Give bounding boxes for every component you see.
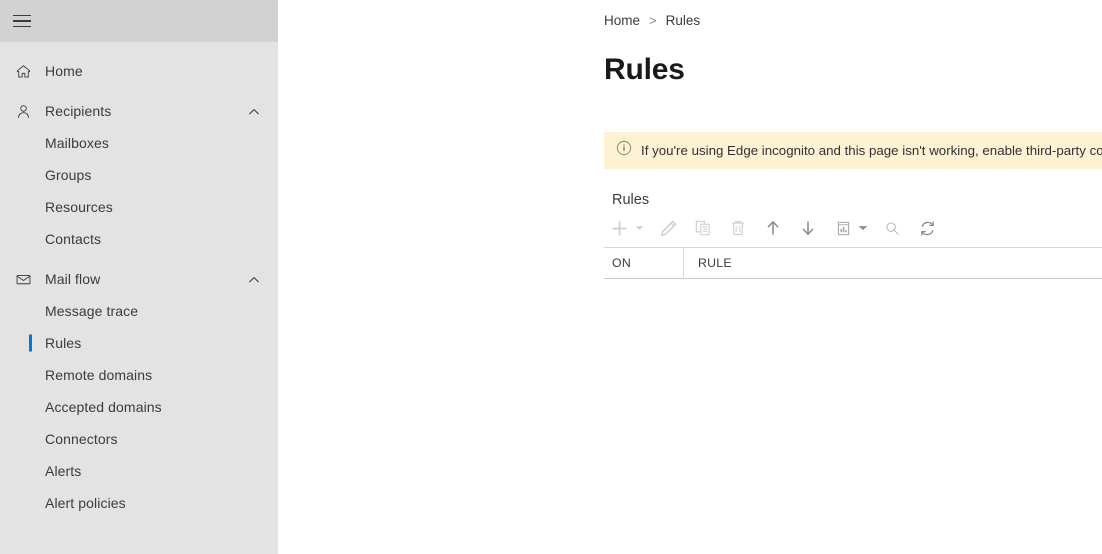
envelope-icon: [13, 269, 33, 289]
hamburger-icon[interactable]: [13, 14, 31, 28]
sidebar-item-accepted-domains[interactable]: Accepted domains: [0, 391, 278, 423]
reports-button[interactable]: [830, 214, 856, 242]
sidebar-item-alerts[interactable]: Alerts: [0, 455, 278, 487]
sidebar-gap-1: [0, 87, 278, 95]
selection-indicator: [29, 334, 32, 352]
chevron-up-icon[interactable]: [248, 105, 260, 117]
sidebar-item-message-trace[interactable]: Message trace: [0, 295, 278, 327]
main-content: Home > Rules Rules If you're using Edge …: [278, 0, 1102, 554]
sidebar-item-home[interactable]: Home: [0, 55, 278, 87]
page-title: Rules: [604, 53, 685, 86]
copy-button[interactable]: [690, 214, 716, 242]
rules-table: ON RULE: [604, 247, 1102, 279]
move-down-button[interactable]: [795, 214, 821, 242]
sidebar-item-label: Alert policies: [45, 495, 126, 511]
column-header-rule[interactable]: RULE: [684, 247, 1102, 279]
sidebar-item-remote-domains[interactable]: Remote domains: [0, 359, 278, 391]
sidebar-item-label: Remote domains: [45, 367, 153, 383]
sidebar-gap-2: [0, 255, 278, 263]
add-dropdown-caret-icon[interactable]: [632, 225, 646, 231]
sidebar-item-mail-flow[interactable]: Mail flow: [0, 263, 278, 295]
breadcrumb-separator-icon: >: [649, 12, 657, 28]
sidebar-item-mailboxes[interactable]: Mailboxes: [0, 127, 278, 159]
person-icon: [13, 101, 33, 121]
breadcrumb-home[interactable]: Home: [604, 13, 640, 28]
refresh-button[interactable]: [914, 214, 940, 242]
list-toolbar: [606, 214, 940, 242]
app-root: Home Recipients Mailboxes Groups Resourc…: [0, 0, 1102, 554]
sidebar-item-resources[interactable]: Resources: [0, 191, 278, 223]
delete-button[interactable]: [725, 214, 751, 242]
sidebar-item-groups[interactable]: Groups: [0, 159, 278, 191]
chevron-up-icon[interactable]: [248, 273, 260, 285]
sidebar-top-spacer: [0, 42, 278, 55]
table-header-row: ON RULE: [604, 247, 1102, 279]
breadcrumb-current: Rules: [665, 12, 701, 28]
banner-message: If you're using Edge incognito and this …: [641, 143, 1102, 158]
sidebar-item-label: Contacts: [45, 231, 102, 247]
add-button[interactable]: [606, 214, 632, 242]
home-icon: [13, 61, 33, 81]
info-circle-icon: [616, 140, 632, 161]
sidebar-item-label: Connectors: [45, 431, 118, 447]
sidebar-item-label: Recipients: [45, 103, 112, 119]
banner-text: If you're using Edge incognito and this …: [641, 143, 1102, 158]
reports-dropdown-caret-icon[interactable]: [856, 225, 870, 231]
sidebar-item-label: Groups: [45, 167, 92, 183]
sidebar-header: [0, 0, 278, 42]
sidebar: Home Recipients Mailboxes Groups Resourc…: [0, 0, 278, 554]
sidebar-item-label: Accepted domains: [45, 399, 162, 415]
sidebar-item-recipients[interactable]: Recipients: [0, 95, 278, 127]
sidebar-item-label: Mail flow: [45, 271, 101, 287]
info-banner: If you're using Edge incognito and this …: [604, 132, 1102, 169]
column-header-on[interactable]: ON: [604, 247, 684, 279]
sidebar-item-connectors[interactable]: Connectors: [0, 423, 278, 455]
sidebar-item-alert-policies[interactable]: Alert policies: [0, 487, 278, 519]
sidebar-item-label: Alerts: [45, 463, 82, 479]
search-button[interactable]: [879, 214, 905, 242]
breadcrumb: Home > Rules: [278, 0, 1102, 32]
move-up-button[interactable]: [760, 214, 786, 242]
list-title: Rules: [612, 192, 650, 208]
sidebar-item-label: Message trace: [45, 303, 139, 319]
sidebar-item-rules[interactable]: Rules: [0, 327, 278, 359]
sidebar-item-label: Rules: [45, 335, 82, 351]
sidebar-item-contacts[interactable]: Contacts: [0, 223, 278, 255]
sidebar-item-label: Home: [45, 63, 83, 79]
edit-button[interactable]: [655, 214, 681, 242]
sidebar-item-label: Resources: [45, 199, 113, 215]
sidebar-item-label: Mailboxes: [45, 135, 109, 151]
